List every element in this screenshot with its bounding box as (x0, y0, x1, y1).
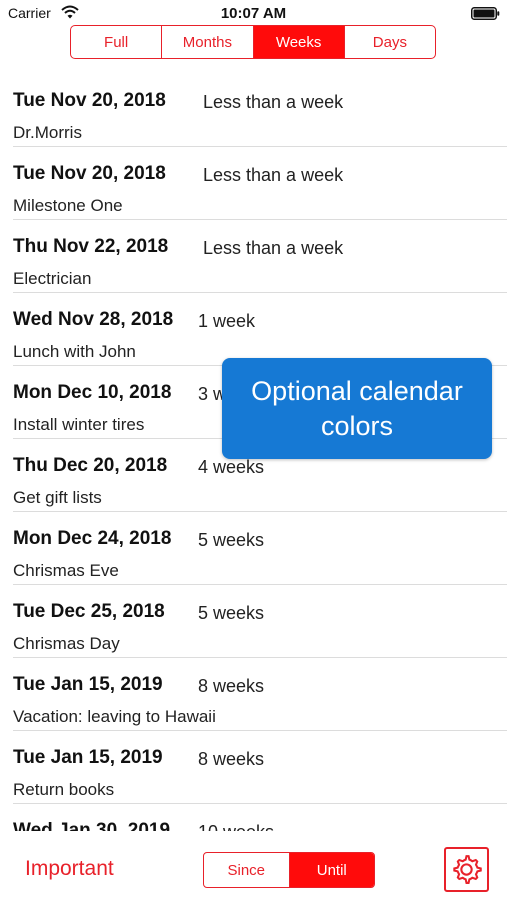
event-title: Chrismas Eve (13, 561, 119, 580)
list-item[interactable]: Tue Jan 15, 2019 8 weeks Vacation: leavi… (13, 658, 507, 731)
segment-weeks[interactable]: Weeks (253, 26, 345, 58)
event-date: Tue Nov 20, 2018 (13, 90, 166, 111)
segment-since[interactable]: Since (204, 853, 290, 887)
important-button[interactable]: Important (25, 857, 114, 881)
segment-until[interactable]: Until (289, 853, 374, 887)
bottom-toolbar: Important Since Until (0, 831, 507, 900)
segment-full[interactable]: Full (71, 26, 163, 58)
list-item[interactable]: Tue Nov 20, 2018 Less than a week Dr.Mor… (13, 74, 507, 147)
callout-text: Optional calendar colors (251, 375, 463, 441)
since-until-segmented-control: Since Until (203, 852, 375, 888)
event-title: Milestone One (13, 196, 123, 215)
event-date: Tue Jan 15, 2019 (13, 747, 163, 768)
event-interval: 1 week (198, 311, 256, 331)
event-title: Chrismas Day (13, 634, 120, 653)
segment-months[interactable]: Months (162, 26, 254, 58)
event-date: Tue Dec 25, 2018 (13, 601, 165, 622)
event-title: Electrician (13, 269, 92, 288)
list-item[interactable]: Wed Nov 28, 2018 1 week Lunch with John (13, 293, 507, 366)
list-item[interactable]: Thu Nov 22, 2018 Less than a week Electr… (13, 220, 507, 293)
event-date: Thu Nov 22, 2018 (13, 236, 169, 257)
gear-icon (453, 855, 482, 884)
battery-icon (471, 7, 500, 20)
event-date: Tue Nov 20, 2018 (13, 163, 166, 184)
event-date: Wed Jan 30, 2019 (13, 820, 171, 831)
list-item[interactable]: Tue Jan 15, 2019 8 weeks Return books (13, 731, 507, 804)
settings-button[interactable] (444, 847, 489, 892)
event-title: Lunch with John (13, 342, 136, 361)
feature-callout: Optional calendar colors (222, 358, 492, 459)
event-interval: 10 weeks (198, 822, 274, 831)
list-item[interactable]: Tue Nov 20, 2018 Less than a week Milest… (13, 147, 507, 220)
event-date: Wed Nov 28, 2018 (13, 309, 174, 330)
status-clock: 10:07 AM (220, 5, 287, 22)
event-interval: Less than a week (203, 238, 344, 258)
event-title: Vacation: leaving to Hawaii (13, 707, 216, 726)
list-item[interactable]: Tue Dec 25, 2018 5 weeks Chrismas Day (13, 585, 507, 658)
list-item[interactable]: Wed Jan 30, 2019 10 weeks (13, 804, 507, 831)
event-title: Dr.Morris (13, 123, 82, 142)
view-mode-segmented-control: Full Months Weeks Days (70, 25, 436, 59)
event-title: Return books (13, 780, 115, 799)
list-item[interactable]: Mon Dec 24, 2018 5 weeks Chrismas Eve (13, 512, 507, 585)
event-date: Tue Jan 15, 2019 (13, 674, 163, 695)
event-date: Mon Dec 24, 2018 (13, 528, 172, 549)
event-interval: 5 weeks (198, 603, 265, 623)
event-date: Thu Dec 20, 2018 (13, 455, 168, 476)
event-title: Install winter tires (13, 415, 145, 434)
event-date: Mon Dec 10, 2018 (13, 382, 172, 403)
event-interval: 4 weeks (198, 457, 265, 477)
event-interval: Less than a week (203, 165, 344, 185)
event-interval: 8 weeks (198, 676, 265, 696)
status-bar: Carrier 10:07 AM (0, 0, 507, 26)
event-interval: 8 weeks (198, 749, 265, 769)
segment-days[interactable]: Days (345, 26, 435, 58)
event-interval: 5 weeks (198, 530, 265, 550)
event-interval: Less than a week (203, 92, 344, 112)
event-title: Get gift lists (13, 488, 102, 507)
